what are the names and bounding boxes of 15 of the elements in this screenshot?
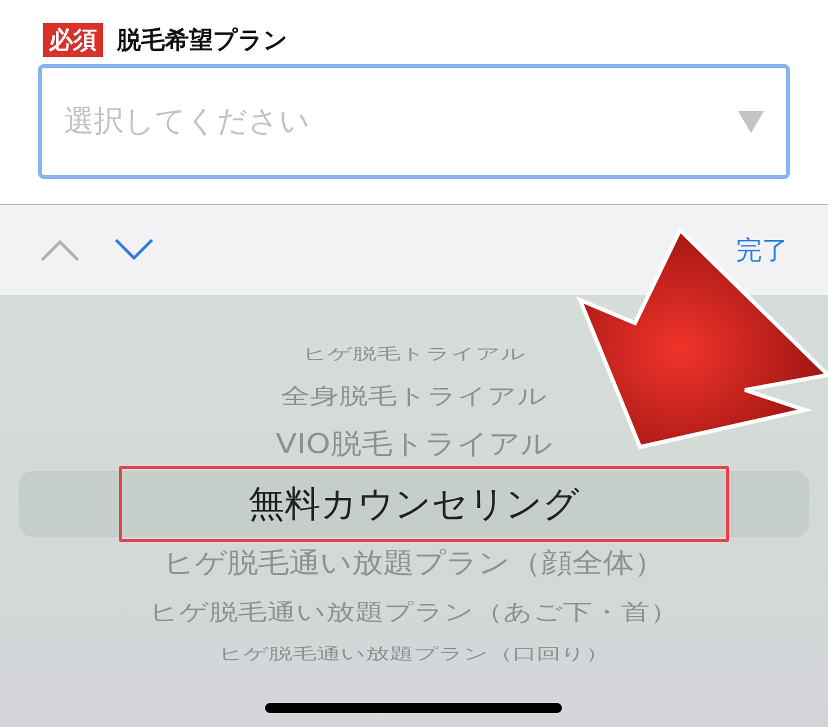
field-label: 脱毛希望プラン [117, 25, 288, 56]
plan-select[interactable]: 選択してください [38, 64, 790, 179]
required-badge: 必須 [43, 23, 103, 57]
picker-option[interactable]: ヒゲ脱毛通い放題プラン（あご下・首） [149, 594, 679, 630]
arrow-icon [576, 226, 828, 450]
dropdown-icon [738, 110, 764, 132]
picker-option[interactable]: ヒゲ脱毛通い放題プラン（口回り） [218, 642, 610, 667]
picker-option[interactable]: ヒゲ脱毛トライアル [302, 342, 526, 366]
select-placeholder: 選択してください [64, 103, 310, 141]
picker-option[interactable]: 全身脱毛トライアル [281, 378, 547, 414]
chevron-up-icon[interactable] [40, 238, 80, 262]
picker-option[interactable]: VIO脱毛トライアル [276, 422, 552, 466]
picker-option[interactable]: ヒゲ脱毛通い放題プラン（顔全体） [163, 542, 665, 586]
chevron-down-icon[interactable] [114, 238, 154, 262]
done-button[interactable]: 完了 [736, 232, 788, 268]
